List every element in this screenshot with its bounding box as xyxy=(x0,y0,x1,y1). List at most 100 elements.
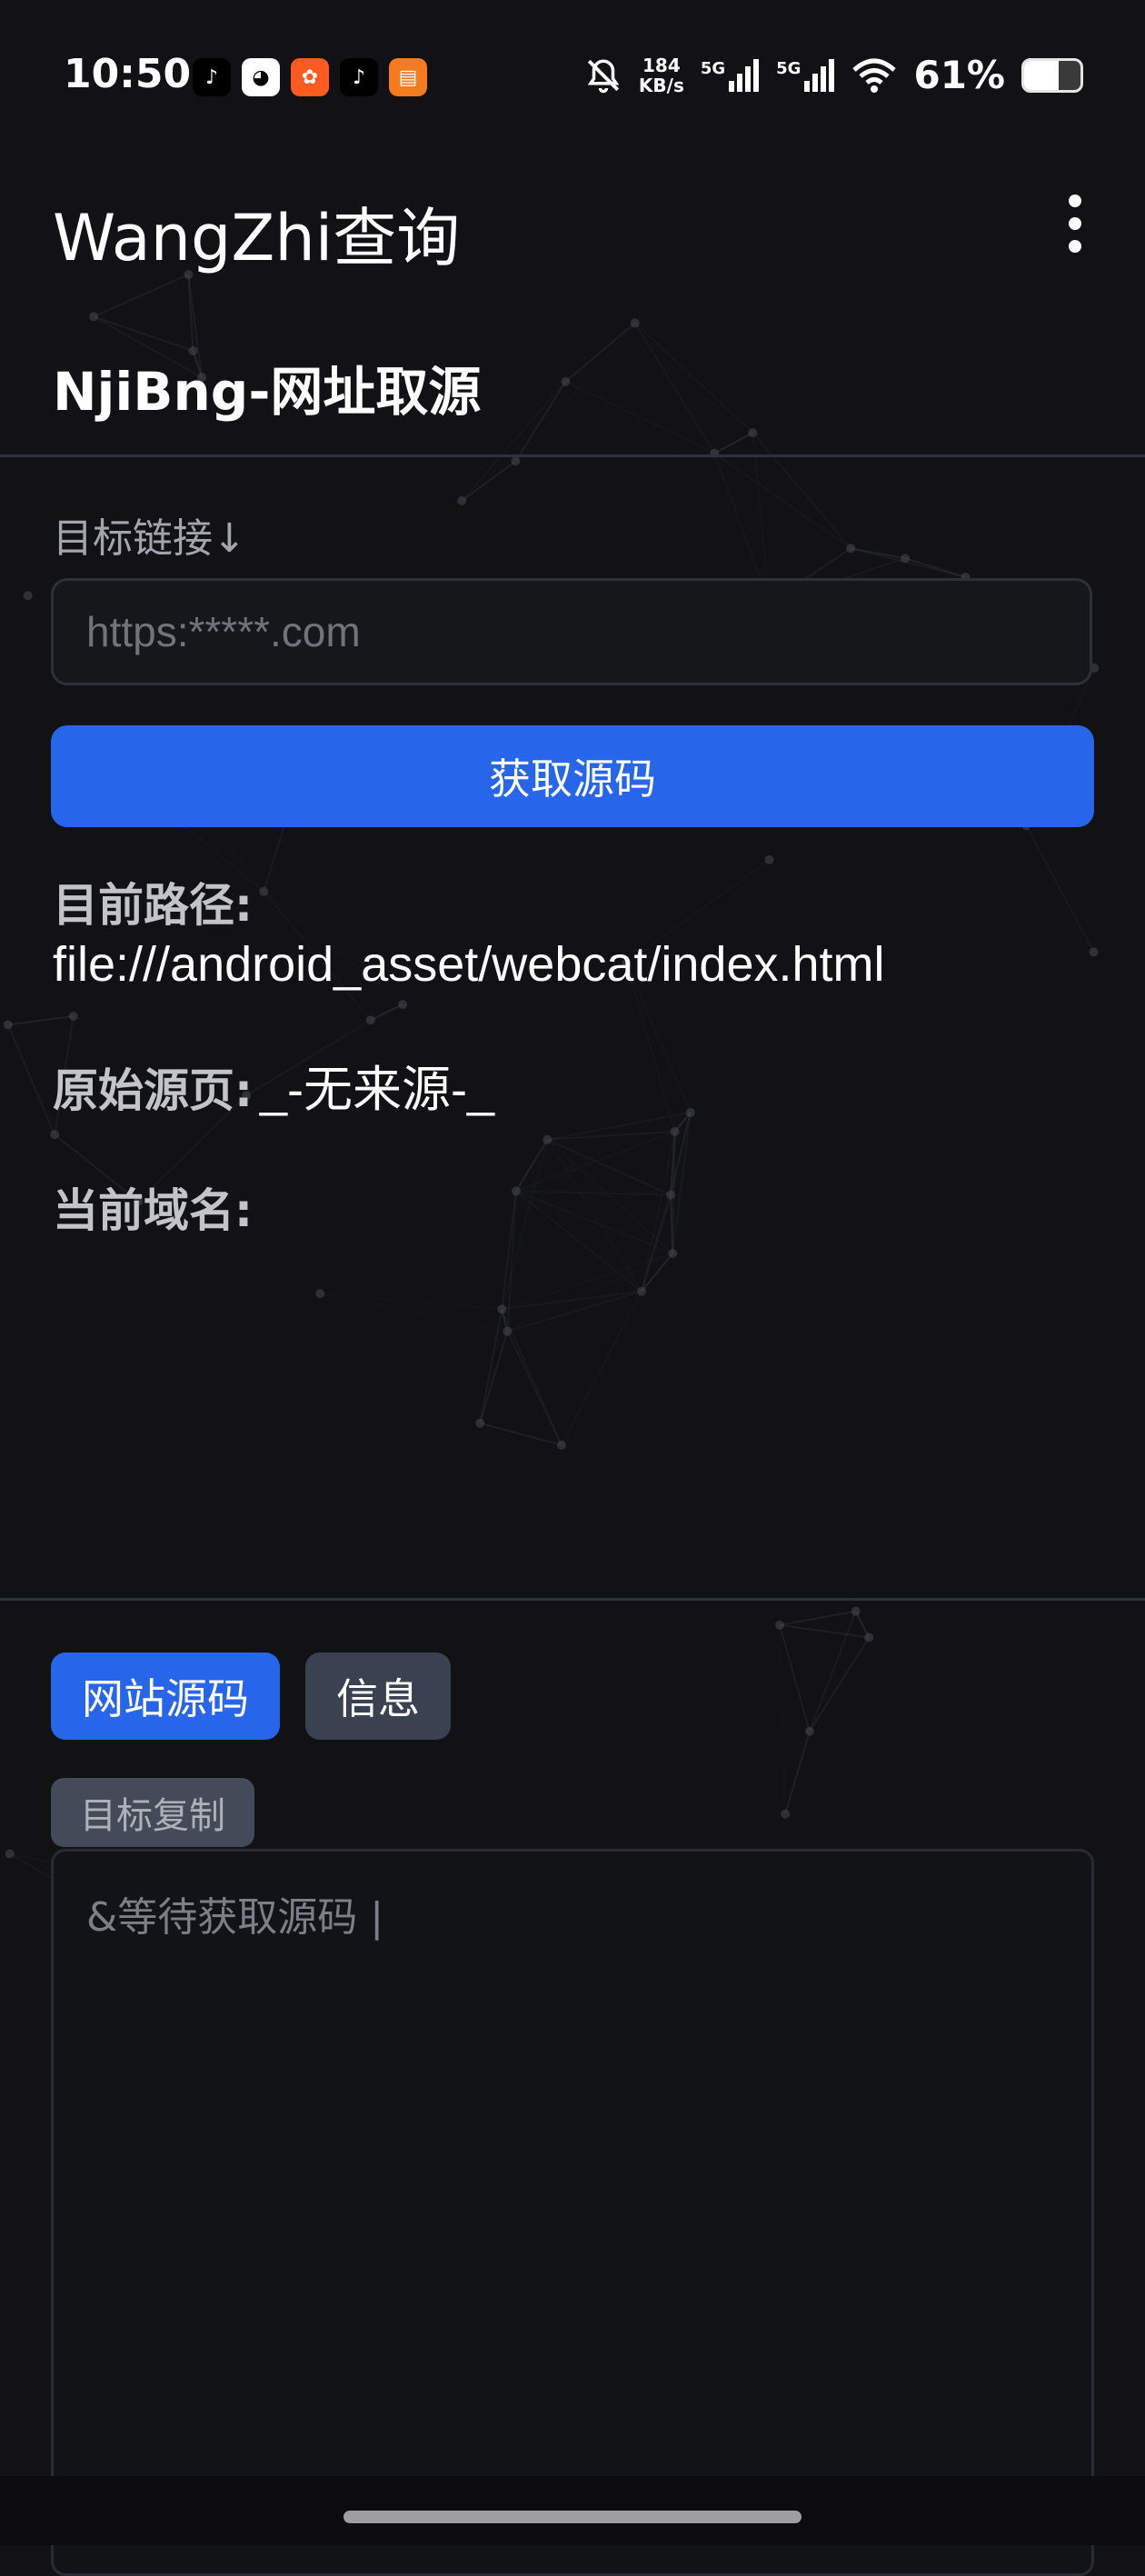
network-edge xyxy=(1025,824,1095,953)
network-edge xyxy=(784,1637,871,1815)
status-bar: 10:50 ♪ ◕ ✿ ♪ ▤ 184 KB/s 5G 5G 61% xyxy=(0,0,1145,155)
network-node xyxy=(781,1809,791,1819)
network-edge xyxy=(93,315,194,352)
network-node xyxy=(668,1248,678,1258)
network-edge xyxy=(93,274,189,318)
network-node xyxy=(497,1304,507,1314)
status-time: 10:50 xyxy=(64,51,192,97)
network-node xyxy=(5,1849,15,1859)
network-edge xyxy=(713,432,753,454)
network-edge xyxy=(564,322,636,383)
network-node xyxy=(89,312,99,322)
signal-bars-icon xyxy=(804,58,835,92)
fetch-source-button[interactable]: 获取源码 xyxy=(51,725,1094,827)
network-node xyxy=(846,544,856,554)
mute-bell-icon xyxy=(587,58,620,93)
network-edge xyxy=(501,1191,517,1310)
more-dot-icon xyxy=(1069,195,1081,207)
url-label: 目标链接↓ xyxy=(53,515,246,562)
network-edge xyxy=(784,1731,811,1814)
network-node xyxy=(365,1015,375,1025)
network-edge xyxy=(670,1194,674,1253)
network-speed-value: 184 xyxy=(642,54,681,76)
network-edge xyxy=(479,1422,563,1446)
network-edge xyxy=(904,557,966,578)
network-edge xyxy=(479,1331,509,1424)
network-edge xyxy=(561,1291,642,1446)
network-node xyxy=(1089,947,1099,957)
header-divider xyxy=(0,454,1145,457)
network-node xyxy=(637,1286,647,1296)
network-node xyxy=(315,1289,325,1299)
network-edge xyxy=(778,1624,787,1814)
network-edge xyxy=(779,1623,870,1639)
network-speed: 184 KB/s xyxy=(639,55,684,95)
network-speed-unit: KB/s xyxy=(638,74,684,96)
qq-icon: ◕ xyxy=(242,58,280,96)
network-node xyxy=(851,1606,861,1616)
more-options-button[interactable] xyxy=(1061,195,1089,253)
network-node xyxy=(511,456,521,466)
network-node xyxy=(556,1440,566,1450)
network-edge xyxy=(851,547,906,560)
tab-info[interactable]: 信息 xyxy=(305,1652,451,1740)
cell-signal-2: 5G xyxy=(776,58,835,92)
more-dot-icon xyxy=(1069,217,1081,230)
kuaishou-icon: ✿ xyxy=(291,58,329,96)
anti-fraud-app-icon: ▤ xyxy=(389,58,427,96)
origin-label: 原始源页: xyxy=(53,1064,253,1117)
network-edge xyxy=(7,1015,74,1026)
network-node xyxy=(864,1632,874,1642)
network-edge xyxy=(320,1293,503,1311)
network-node xyxy=(774,1620,784,1630)
signal-2-label: 5G xyxy=(776,58,802,78)
network-node xyxy=(68,1012,78,1022)
network-node xyxy=(670,1126,680,1136)
battery-icon xyxy=(1021,57,1083,93)
network-node xyxy=(561,376,571,386)
network-edge xyxy=(546,1138,672,1196)
battery-percent: 61% xyxy=(913,53,1005,97)
copy-target-button[interactable]: 目标复制 xyxy=(51,1778,254,1847)
network-node xyxy=(630,318,640,328)
page-subtitle: NjiBng-网址取源 xyxy=(53,361,482,423)
network-node xyxy=(503,1326,513,1336)
section-divider xyxy=(0,1598,1145,1601)
network-node xyxy=(23,591,33,601)
more-dot-icon xyxy=(1069,240,1081,253)
battery-level-fill xyxy=(1024,60,1059,90)
tiktok-icon: ♪ xyxy=(193,58,231,96)
origin-row: 原始源页: _-无来源-_ xyxy=(53,1049,494,1121)
signal-bars-icon xyxy=(729,58,760,92)
status-indicators: 184 KB/s 5G 5G 61% xyxy=(584,53,1083,97)
tab-website-source[interactable]: 网站源码 xyxy=(51,1652,280,1740)
network-edge xyxy=(501,1252,673,1311)
home-indicator[interactable] xyxy=(344,2511,802,2523)
network-node xyxy=(764,854,774,864)
network-node xyxy=(685,1107,695,1117)
app-title: WangZhi查询 xyxy=(53,201,461,275)
url-input[interactable] xyxy=(51,578,1092,685)
network-edge xyxy=(809,1636,871,1732)
network-edge xyxy=(320,1293,508,1333)
network-node xyxy=(398,1000,408,1010)
cell-signal-1: 5G xyxy=(700,58,760,92)
network-node xyxy=(748,428,758,438)
source-code-textarea[interactable] xyxy=(51,1849,1094,2576)
network-edge xyxy=(514,322,636,463)
network-edge xyxy=(779,1624,811,1732)
signal-1-label: 5G xyxy=(700,58,726,78)
network-edge xyxy=(461,460,517,502)
network-edge xyxy=(515,1190,673,1254)
domain-label: 当前域名: xyxy=(53,1184,253,1237)
network-edge xyxy=(515,1190,642,1293)
network-node xyxy=(666,1190,676,1200)
network-node xyxy=(901,554,911,564)
domain-row: 当前域名: xyxy=(53,1174,260,1240)
network-node xyxy=(511,1186,521,1196)
network-node xyxy=(457,495,467,505)
network-node xyxy=(804,1726,814,1736)
network-edge xyxy=(507,1290,642,1333)
current-path-label: 目前路径: xyxy=(53,879,253,932)
network-edge xyxy=(6,1024,55,1135)
